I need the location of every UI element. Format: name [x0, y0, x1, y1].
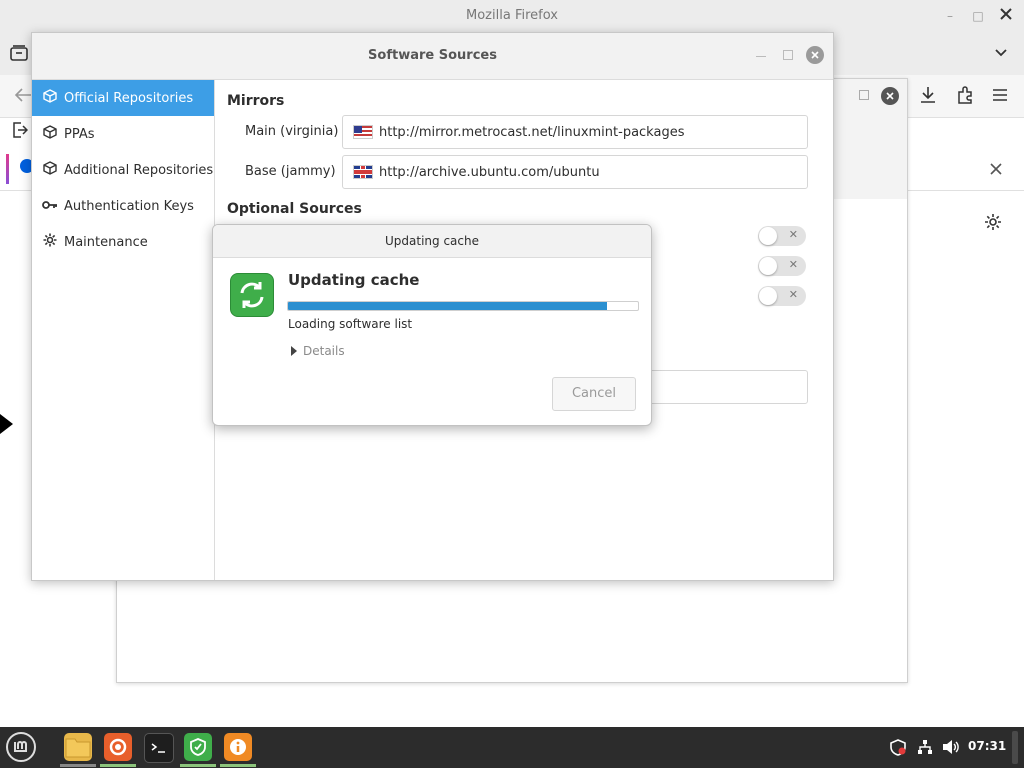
notification-close-icon[interactable] [990, 160, 1002, 179]
extensions-icon[interactable] [956, 86, 974, 108]
toggle-knob [759, 287, 777, 305]
maximize-button[interactable] [783, 50, 793, 60]
settings-gear-icon[interactable] [984, 213, 1002, 235]
running-indicator [180, 764, 216, 767]
base-mirror-button[interactable]: http://archive.ubuntu.com/ubuntu [342, 155, 808, 189]
sidebar-item-label: Authentication Keys [64, 198, 194, 214]
firefox-dialog-maximize-button[interactable] [859, 90, 869, 100]
clock[interactable]: 07:31 [968, 739, 1006, 753]
firefox-maximize-button[interactable]: □ [968, 6, 988, 26]
package-icon [42, 89, 58, 107]
sidebar-item-authentication-keys[interactable]: Authentication Keys [32, 188, 214, 224]
main-mirror-label: Main (virginia) [245, 124, 339, 139]
details-label: Details [303, 344, 345, 358]
optional-source-toggle-2[interactable]: ✕ [758, 256, 806, 276]
progress-bar [287, 301, 639, 311]
running-indicator [60, 764, 96, 767]
us-flag-icon [353, 125, 373, 139]
running-indicator [100, 764, 136, 767]
dialog-title: Updating cache [385, 234, 479, 248]
list-all-tabs-chevron-down-icon[interactable] [994, 44, 1008, 63]
package-icon [42, 161, 58, 179]
toggle-off-icon: ✕ [788, 258, 798, 271]
obscured-field[interactable] [633, 370, 808, 404]
close-icon [886, 92, 894, 100]
notification-accent [6, 154, 9, 184]
close-icon [1000, 8, 1012, 20]
update-manager-icon[interactable] [184, 733, 212, 761]
toggle-off-icon: ✕ [788, 288, 798, 301]
mint-menu-icon[interactable] [6, 732, 36, 762]
menu-hamburger-icon[interactable] [992, 87, 1008, 106]
gear-icon [42, 233, 58, 251]
close-icon [811, 51, 819, 59]
key-icon [42, 198, 58, 214]
software-sources-title: Software Sources [368, 48, 497, 63]
uk-flag-icon [353, 165, 373, 179]
firefox-view-icon[interactable] [10, 45, 28, 65]
package-icon [42, 125, 58, 143]
terminal-icon[interactable] [144, 733, 174, 763]
progress-status: Loading software list [288, 317, 413, 331]
firefox-minimize-button[interactable]: – [940, 6, 960, 26]
optional-source-toggle-1[interactable]: ✕ [758, 226, 806, 246]
dialog-titlebar: Updating cache [213, 225, 651, 258]
base-mirror-url: http://archive.ubuntu.com/ubuntu [379, 164, 600, 180]
details-expander[interactable]: Details [291, 344, 345, 358]
software-sources-sidebar: Official Repositories PPAs Additional Re… [32, 80, 215, 580]
files-icon[interactable] [64, 733, 92, 761]
sidebar-item-ppas[interactable]: PPAs [32, 116, 214, 152]
firefox-icon[interactable] [104, 733, 132, 761]
firefox-dialog-close-button[interactable] [881, 87, 899, 105]
running-indicator [220, 764, 256, 767]
taskbar: 07:31 [0, 727, 1024, 768]
sign-in-icon[interactable] [12, 122, 29, 142]
progress-bar-fill [288, 302, 607, 310]
downloads-icon[interactable] [920, 86, 936, 108]
mouse-cursor [0, 414, 13, 434]
sidebar-item-official-repositories[interactable]: Official Repositories [32, 80, 214, 116]
show-desktop-button[interactable] [1012, 731, 1018, 764]
cancel-button[interactable]: Cancel [552, 377, 636, 411]
expand-triangle-icon [291, 346, 297, 356]
firefox-window-title: Mozilla Firefox [466, 8, 558, 23]
sidebar-item-maintenance[interactable]: Maintenance [32, 224, 214, 260]
close-button[interactable] [806, 46, 824, 64]
sidebar-item-label: PPAs [64, 126, 95, 142]
volume-icon[interactable] [942, 739, 960, 759]
optional-sources-heading: Optional Sources [227, 201, 362, 217]
optional-source-toggle-3[interactable]: ✕ [758, 286, 806, 306]
toggle-off-icon: ✕ [788, 228, 798, 241]
info-icon[interactable] [224, 733, 252, 761]
main-mirror-button[interactable]: http://mirror.metrocast.net/linuxmint-pa… [342, 115, 808, 149]
network-icon[interactable] [917, 739, 933, 759]
base-mirror-label: Base (jammy) [245, 164, 336, 179]
refresh-icon [230, 273, 274, 317]
firefox-close-button[interactable] [996, 6, 1016, 26]
toggle-knob [759, 227, 777, 245]
sidebar-item-label: Maintenance [64, 234, 148, 250]
toggle-knob [759, 257, 777, 275]
back-arrow-icon[interactable] [14, 87, 32, 107]
firefox-titlebar: Mozilla Firefox – □ [0, 0, 1024, 33]
sidebar-item-label: Additional Repositories [64, 162, 214, 178]
main-mirror-url: http://mirror.metrocast.net/linuxmint-pa… [379, 124, 685, 140]
minimize-button[interactable] [756, 56, 766, 59]
shield-status-icon[interactable] [890, 739, 906, 760]
sidebar-item-additional-repositories[interactable]: Additional Repositories [32, 152, 214, 188]
dialog-heading: Updating cache [288, 271, 420, 289]
sidebar-item-label: Official Repositories [64, 90, 194, 106]
updating-cache-dialog: Updating cache Updating cache Loading so… [212, 224, 652, 426]
mirrors-heading: Mirrors [227, 93, 285, 109]
software-sources-titlebar: Software Sources [32, 33, 833, 80]
